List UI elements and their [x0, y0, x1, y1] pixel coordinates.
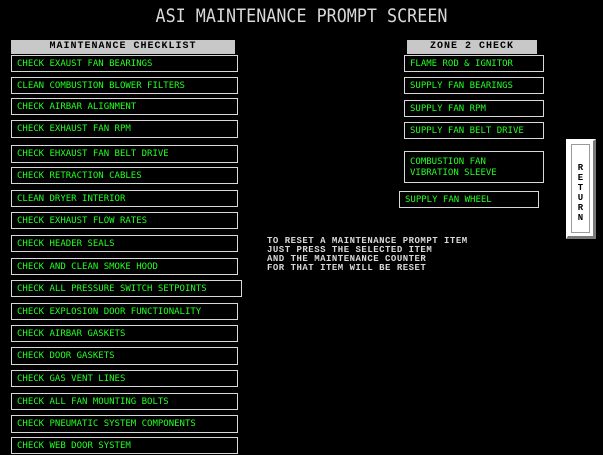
zone-header: ZONE 2 CHECK [407, 40, 537, 54]
return-letter: E [577, 173, 584, 183]
checklist-item-exhaust-flow-rates[interactable]: CHECK EXHAUST FLOW RATES [11, 212, 238, 229]
checklist-item-smoke-hood[interactable]: CHECK AND CLEAN SMOKE HOOD [11, 258, 238, 275]
checklist-item-gas-vent-lines[interactable]: CHECK GAS VENT LINES [11, 370, 238, 387]
checklist-item-pneumatic-system[interactable]: CHECK PNEUMATIC SYSTEM COMPONENTS [11, 415, 238, 433]
zone-item-supply-fan-bearings[interactable]: SUPPLY FAN BEARINGS [404, 77, 544, 94]
return-button-label: R E T U R N [568, 163, 593, 223]
checklist-item-exhaust-fan-belt-drive[interactable]: CHECK EHXAUST FAN BELT DRIVE [11, 145, 238, 163]
zone-item-flame-rod-ignitor[interactable]: FLAME ROD & IGNITOR [404, 55, 544, 72]
checklist-item-explosion-door[interactable]: CHECK EXPLOSION DOOR FUNCTIONALITY [11, 303, 238, 320]
checklist-header: MAINTENANCE CHECKLIST [11, 40, 235, 54]
checklist-item-airbar-alignment[interactable]: CHECK AIRBAR ALIGNMENT [11, 98, 238, 115]
page-title: ASI MAINTENANCE PROMPT SCREEN [155, 5, 448, 27]
return-letter: U [577, 193, 584, 203]
checklist-item-door-gaskets[interactable]: CHECK DOOR GASKETS [11, 347, 238, 365]
checklist-item-header-seals[interactable]: CHECK HEADER SEALS [11, 235, 238, 252]
checklist-item-airbar-gaskets[interactable]: CHECK AIRBAR GASKETS [11, 325, 238, 342]
return-letter: R [577, 203, 584, 213]
return-button[interactable]: R E T U R N [566, 139, 596, 239]
checklist-item-retraction-cables[interactable]: CHECK RETRACTION CABLES [11, 167, 238, 184]
checklist-item-exaust-fan-bearings[interactable]: CHECK EXAUST FAN BEARINGS [11, 55, 238, 72]
zone-item-supply-fan-belt-drive[interactable]: SUPPLY FAN BELT DRIVE [404, 122, 544, 139]
checklist-item-fan-mounting-bolts[interactable]: CHECK ALL FAN MOUNTING BOLTS [11, 393, 238, 410]
zone-item-combustion-fan-vibration-sleeve[interactable]: COMBUSTION FAN VIBRATION SLEEVE [404, 151, 544, 183]
checklist-item-exhaust-fan-rpm[interactable]: CHECK EXHAUST FAN RPM [11, 120, 238, 138]
return-letter: T [577, 183, 584, 193]
reset-instructions: TO RESET A MAINTENANCE PROMPT ITEM JUST … [267, 236, 468, 273]
return-letter: R [577, 163, 584, 173]
checklist-item-combustion-blower-filters[interactable]: CLEAN COMBUSTION BLOWER FILTERS [11, 77, 238, 94]
checklist-item-clean-dryer-interior[interactable]: CLEAN DRYER INTERIOR [11, 190, 238, 207]
checklist-item-pressure-switch-setpoints[interactable]: CHECK ALL PRESSURE SWITCH SETPOINTS [11, 280, 242, 297]
return-letter: N [577, 213, 584, 223]
zone-item-supply-fan-rpm[interactable]: SUPPLY FAN RPM [404, 100, 544, 117]
checklist-item-web-door-system[interactable]: CHECK WEB DOOR SYSTEM [11, 437, 238, 454]
zone-item-supply-fan-wheel[interactable]: SUPPLY FAN WHEEL [399, 191, 539, 208]
